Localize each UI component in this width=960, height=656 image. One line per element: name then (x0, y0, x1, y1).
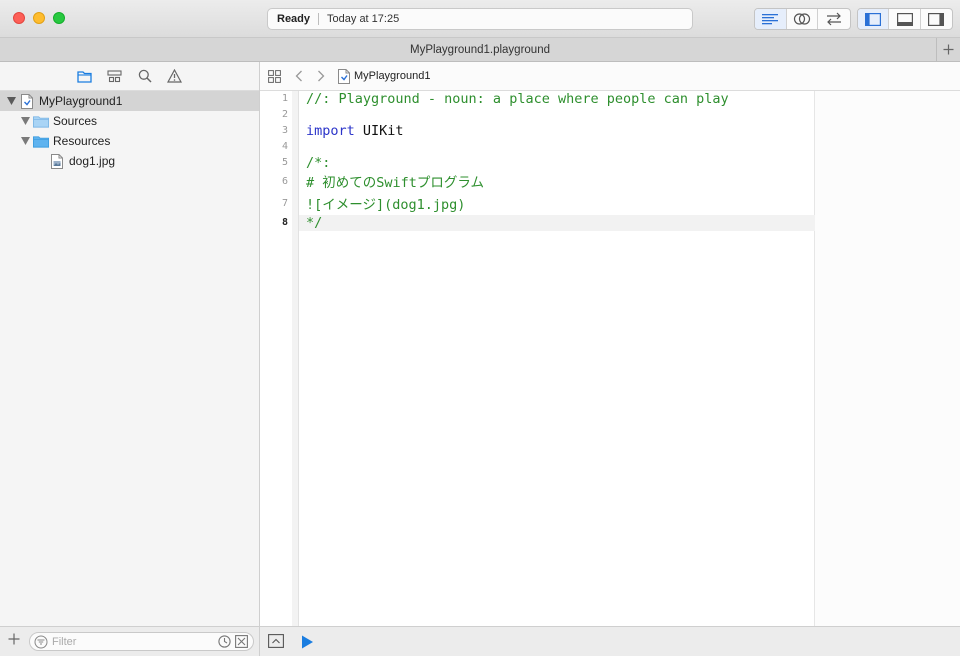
code-line: import UIKit (306, 123, 404, 139)
minimize-window-button[interactable] (33, 12, 45, 24)
tree-item-sources[interactable]: Sources (0, 111, 259, 131)
grid-icon (267, 69, 281, 83)
toggle-debug-area-button[interactable] (268, 634, 284, 648)
toggle-utilities-button[interactable] (921, 9, 952, 29)
navigator-selector-bar (0, 62, 259, 91)
assistant-editor-button[interactable] (787, 9, 819, 29)
left-panel-icon (865, 12, 882, 26)
close-window-button[interactable] (13, 12, 25, 24)
results-sidebar (815, 91, 960, 626)
toggle-debug-area-button[interactable] (889, 9, 921, 29)
tree-item-label: Resources (53, 134, 111, 148)
plus-icon (943, 44, 954, 55)
tree-item-playground[interactable]: MyPlayground1 (0, 91, 259, 111)
tree-item-label: MyPlayground1 (39, 94, 123, 108)
folder-icon (33, 133, 49, 149)
window-titlebar: Ready Today at 17:25 (0, 0, 960, 38)
identifier-token: UIKit (362, 123, 404, 139)
plus-icon (8, 633, 20, 645)
swap-arrows-icon (827, 12, 842, 26)
find-navigator-tab[interactable] (137, 68, 153, 84)
source-editor[interactable]: 1 2 3 4 5 6 7 8 //: Playground - noun: a… (260, 91, 960, 626)
jump-bar: MyPlayground1 (260, 62, 960, 91)
bottom-panel-icon (896, 12, 913, 26)
hierarchy-icon (107, 69, 122, 82)
zoom-window-button[interactable] (53, 12, 65, 24)
debug-area-icon (268, 634, 284, 648)
code-line: # 初めてのSwiftプログラム (306, 175, 484, 191)
line-number-active: 8 (281, 217, 288, 228)
code-line: */ (306, 215, 323, 231)
project-navigator-tab[interactable] (77, 68, 93, 84)
forward-button[interactable] (310, 70, 332, 82)
chevron-right-icon (318, 70, 325, 82)
disclosure-expanded-icon[interactable] (20, 136, 30, 146)
playground-file-icon (338, 68, 350, 84)
play-icon (302, 635, 313, 649)
filter-input[interactable] (52, 635, 212, 648)
line-number: 4 (281, 141, 288, 152)
activity-status-bar: Ready Today at 17:25 (267, 8, 693, 30)
breadcrumb-item: MyPlayground1 (354, 70, 431, 82)
version-editor-button[interactable] (818, 9, 850, 29)
align-lines-icon (762, 14, 779, 25)
warning-triangle-icon (167, 69, 182, 83)
add-file-button[interactable] (6, 633, 22, 649)
line-number: 5 (281, 157, 288, 168)
editor-mode-group (754, 8, 851, 30)
tab-title[interactable]: MyPlayground1.playground (410, 44, 550, 56)
keyword-token: import (306, 123, 355, 139)
tree-item-label: Sources (53, 114, 98, 128)
related-items-button[interactable] (260, 69, 288, 83)
filter-icon (34, 635, 48, 648)
tree-item-dog1-jpg[interactable]: dog1.jpg (0, 151, 259, 171)
chevron-left-icon (295, 70, 302, 82)
search-icon (138, 69, 152, 83)
project-navigator: MyPlayground1 Sources Resources dog1.jpg (0, 62, 260, 626)
code-line: ![イメージ](dog1.jpg) (306, 197, 466, 213)
venn-circles-icon (793, 13, 811, 25)
gutter-strip (292, 91, 299, 626)
playground-file-icon (19, 93, 35, 109)
code-line: //: Playground - noun: a place where peo… (306, 91, 729, 107)
toolbar-divider (259, 627, 260, 656)
line-number: 1 (281, 93, 288, 104)
navigator-filter (29, 632, 254, 651)
symbol-navigator-tab[interactable] (107, 68, 123, 84)
toggle-navigator-button[interactable] (858, 9, 890, 29)
run-playground-button[interactable] (300, 634, 316, 650)
breadcrumb[interactable]: MyPlayground1 (338, 68, 431, 84)
disclosure-expanded-icon[interactable] (6, 96, 16, 106)
line-number: 2 (281, 109, 288, 120)
bottom-toolbar (0, 626, 960, 656)
code-area[interactable]: //: Playground - noun: a place where peo… (299, 91, 815, 626)
code-line: /*: (306, 155, 331, 171)
line-number-gutter: 1 2 3 4 5 6 7 8 (260, 91, 299, 626)
disclosure-expanded-icon[interactable] (20, 116, 30, 126)
line-number: 6 (281, 176, 288, 187)
recent-files-icon[interactable] (218, 635, 231, 648)
line-number: 7 (281, 198, 288, 209)
add-tab-button[interactable] (936, 38, 960, 61)
status-time: Today at 17:25 (327, 13, 400, 25)
tab-bar: MyPlayground1.playground (0, 38, 960, 62)
source-control-filter-icon[interactable] (235, 635, 248, 648)
standard-editor-button[interactable] (755, 9, 787, 29)
line-number: 3 (281, 125, 288, 136)
tree-item-label: dog1.jpg (69, 154, 116, 168)
image-file-icon (49, 153, 65, 169)
issue-navigator-tab[interactable] (167, 68, 183, 84)
view-toggle-group (857, 8, 953, 30)
status-state: Ready (268, 13, 320, 25)
tree-item-resources[interactable]: Resources (0, 131, 259, 151)
folder-icon (33, 113, 49, 129)
current-line-highlight (299, 215, 815, 231)
back-button[interactable] (288, 70, 310, 82)
right-panel-icon (928, 12, 945, 26)
folder-outline-icon (77, 70, 92, 83)
